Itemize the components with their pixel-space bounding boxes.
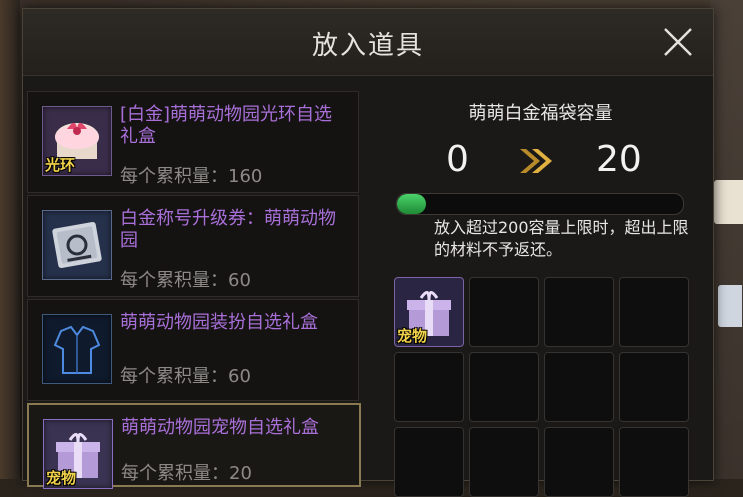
slot-empty[interactable] [394,427,464,497]
item-accumulation: 每个累积量：60 [120,270,251,291]
item-name: 白金称号升级券：萌萌动物园 [120,208,336,251]
slot-empty[interactable] [469,427,539,497]
list-item[interactable]: 宠物 萌萌动物园宠物自选礼盒 每个累积量：20 [27,403,361,489]
put-item-dialog: 放入道具 光环 [白金]萌萌动物园光环自选礼盒 每个累积量：160 白金称号升级… [22,8,714,497]
item-accumulation: 每个累积量：160 [120,166,263,187]
double-chevron-right-icon [520,149,552,173]
dialog-header: 放入道具 [23,9,713,76]
item-list[interactable]: 光环 [白金]萌萌动物园光环自选礼盒 每个累积量：160 白金称号升级券：萌萌动… [27,87,361,489]
capacity-note: 放入超过200容量上限时，超出上限的材料不予返还。 [434,218,689,259]
close-icon [664,28,692,56]
capacity-progress-fill [397,194,426,214]
capacity-panel: 萌萌白金福袋容量 0 20 放入超过200容量上限时，超出上限的材料不予返还。 … [368,75,713,497]
capacity-progress-bar [396,193,684,215]
list-item[interactable]: 光环 [白金]萌萌动物园光环自选礼盒 每个累积量：160 [27,91,359,193]
background-left-edge [0,0,20,479]
slot-empty[interactable] [544,277,614,347]
capacity-title: 萌萌白金福袋容量 [468,103,613,124]
slot-grid: 宠物 [394,277,694,497]
background-card [718,285,742,327]
capacity-after: 20 [596,139,642,180]
costume-icon [42,314,112,384]
item-name: 萌萌动物园装扮自选礼盒 [120,312,318,333]
slot-empty[interactable] [619,277,689,347]
slot-empty[interactable] [619,352,689,422]
slot-empty[interactable] [469,277,539,347]
background-banner [714,180,743,224]
slot-empty[interactable] [469,352,539,422]
slot-empty[interactable] [619,427,689,497]
item-accumulation: 每个累积量：60 [120,366,251,387]
capacity-current: 0 [446,139,469,180]
slot-empty[interactable] [544,352,614,422]
slot-filled[interactable]: 宠物 [394,277,464,347]
item-tag: 宠物 [46,469,77,487]
gift-box-icon: 光环 [42,106,112,176]
title-ticket-icon [42,210,112,280]
item-name: 萌萌动物园宠物自选礼盒 [121,417,319,438]
item-tag: 光环 [45,156,76,174]
background-right-strip [710,0,743,479]
item-name: [白金]萌萌动物园光环自选礼盒 [120,104,333,147]
list-item[interactable]: 白金称号升级券：萌萌动物园 每个累积量：60 [27,195,359,297]
dialog-title: 放入道具 [311,31,424,61]
slot-empty[interactable] [544,427,614,497]
close-button[interactable] [659,23,697,61]
item-accumulation: 每个累积量：20 [121,463,252,484]
list-item[interactable]: 萌萌动物园装扮自选礼盒 每个累积量：60 [27,299,359,401]
slot-empty[interactable] [394,352,464,422]
slot-tag: 宠物 [397,327,428,345]
